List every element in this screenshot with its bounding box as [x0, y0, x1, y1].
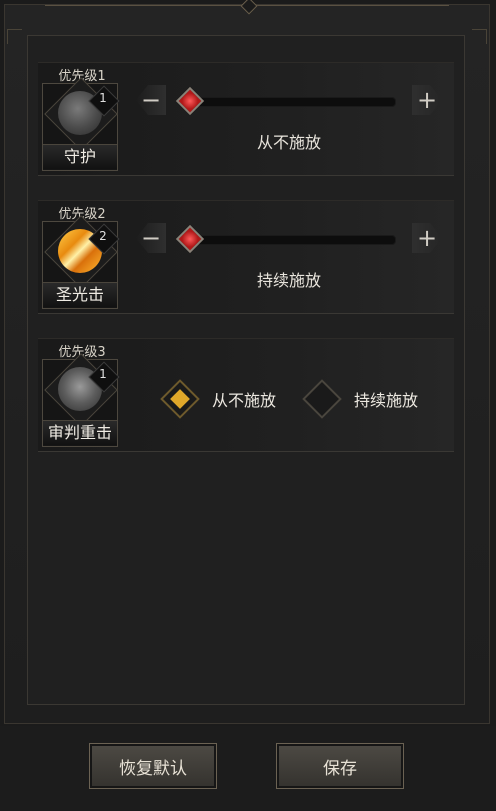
corner-ornament	[7, 29, 22, 44]
decrease-button[interactable]: −	[136, 85, 166, 115]
rank-number: 1	[99, 91, 107, 105]
option-never-cast[interactable]: 从不施放	[160, 379, 277, 419]
skill-row-1: 优先级1 1 守护 − + 从不施放	[38, 62, 454, 176]
slider-track[interactable]	[180, 97, 396, 107]
skill-row-2: 优先级2 2 圣光击 − + 持续施放	[38, 200, 454, 314]
slider-track[interactable]	[180, 235, 396, 245]
top-ornament-icon	[240, 0, 258, 15]
rank-number: 2	[99, 229, 107, 243]
restore-defaults-button[interactable]: 恢复默认	[89, 743, 217, 789]
checkbox-unchecked-icon	[302, 379, 342, 419]
increase-button[interactable]: +	[412, 223, 442, 253]
skill-name: 守护	[43, 144, 117, 169]
skill-name: 圣光击	[43, 282, 117, 307]
increase-button[interactable]: +	[412, 85, 442, 115]
save-button[interactable]: 保存	[276, 743, 404, 789]
skill-slot[interactable]: 2 圣光击	[42, 221, 120, 309]
cast-frequency-slider: − +	[136, 221, 442, 255]
option-always-cast[interactable]: 持续施放	[302, 379, 419, 419]
cast-frequency-slider: − +	[136, 83, 442, 117]
cast-mode-text: 从不施放	[256, 133, 321, 152]
skill-name: 审判重击	[43, 420, 117, 445]
corner-ornament	[472, 29, 487, 44]
slider-thumb[interactable]	[175, 86, 205, 116]
footer-bar: 恢复默认 保存	[0, 726, 496, 811]
cast-mode-text: 持续施放	[256, 271, 321, 290]
option-label: 持续施放	[354, 391, 419, 410]
option-label: 从不施放	[212, 391, 277, 410]
checkbox-checked-icon	[160, 379, 200, 419]
skill-row-3: 优先级3 1 审判重击 从不施放 持续施放	[38, 338, 454, 452]
rank-number: 1	[99, 367, 107, 381]
skill-slot[interactable]: 1 守护	[42, 83, 120, 171]
decrease-button[interactable]: −	[136, 223, 166, 253]
slider-thumb[interactable]	[175, 224, 205, 254]
skill-slot[interactable]: 1 审判重击	[42, 359, 120, 447]
